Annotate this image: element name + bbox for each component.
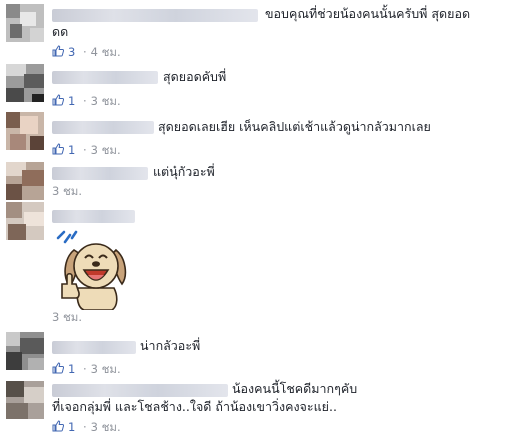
author-name-blurred[interactable] [52, 121, 154, 134]
timestamp[interactable]: 3 ชม. [91, 94, 121, 108]
like-count[interactable]: 1 [68, 94, 75, 108]
like-count[interactable]: 1 [68, 362, 75, 376]
laughing-dog-thumbs-up-sticker [56, 230, 127, 310]
meta-separator: · [82, 420, 87, 434]
thumbs-up-icon[interactable] [52, 94, 65, 106]
meta-separator: · [82, 143, 87, 157]
timestamp[interactable]: 3 ชม. [91, 420, 121, 434]
comment-text: สุดยอดเลยเฮีย เห็นคลิปแต่เช้าแล้วดูน่ากล… [158, 119, 431, 134]
timestamp[interactable]: 3 ชม. [91, 143, 121, 157]
comment-meta: 1 · 3 ชม. [52, 143, 121, 157]
comment-meta: 1 · 3 ชม. [52, 362, 121, 376]
comment-meta: 3 ชม. [52, 184, 82, 198]
comment-text-continued: ที่เจอกลุ่มพี่ และโชลช้าง..ใจดี ถ้าน้องเ… [52, 399, 337, 414]
comment-text: น่ากลัวอะพี่ [140, 338, 201, 353]
author-name-blurred[interactable] [52, 71, 158, 84]
like-count[interactable]: 1 [68, 143, 75, 157]
avatar[interactable] [6, 381, 44, 419]
avatar[interactable] [6, 4, 44, 42]
thumbs-up-icon[interactable] [52, 143, 65, 155]
comment-meta: 3 · 4 ชม. [52, 45, 121, 59]
comment-text: สุดยอดคับพี่ [163, 69, 227, 84]
author-name-blurred[interactable] [52, 210, 135, 223]
comment-meta: 1 · 3 ชม. [52, 94, 121, 108]
thumbs-up-icon[interactable] [52, 45, 65, 57]
comment-text: ขอบคุณที่ช่วยน้องคนนั้นครับพี่ สุดยอด [265, 6, 471, 21]
comment-meta: 1 · 3 ชม. [52, 420, 121, 434]
author-name-blurred[interactable] [52, 384, 228, 397]
author-name-blurred[interactable] [52, 341, 136, 354]
thumbs-up-icon[interactable] [52, 362, 65, 374]
avatar[interactable] [6, 202, 44, 240]
author-name-blurred[interactable] [52, 167, 148, 180]
thumbs-up-icon[interactable] [52, 420, 65, 432]
comment-meta: 3 ชม. [52, 310, 82, 324]
author-name-blurred[interactable] [52, 9, 258, 22]
comment-text: น้องคนนี้โชคดีมากๆคับ [232, 381, 358, 396]
avatar[interactable] [6, 332, 44, 370]
like-count[interactable]: 1 [68, 420, 75, 434]
timestamp[interactable]: 3 ชม. [52, 184, 82, 198]
like-count[interactable]: 3 [68, 45, 75, 59]
meta-separator: · [82, 362, 87, 376]
timestamp[interactable]: 4 ชม. [91, 45, 121, 59]
timestamp[interactable]: 3 ชม. [91, 362, 121, 376]
meta-separator: · [82, 45, 87, 59]
comment-text-continued: ดด [52, 24, 69, 39]
meta-separator: · [82, 94, 87, 108]
avatar[interactable] [6, 112, 44, 150]
comment-text: แต่นุ๋กัวอะพี่ [153, 164, 215, 179]
timestamp[interactable]: 3 ชม. [52, 310, 82, 324]
avatar[interactable] [6, 64, 44, 102]
avatar[interactable] [6, 162, 44, 200]
